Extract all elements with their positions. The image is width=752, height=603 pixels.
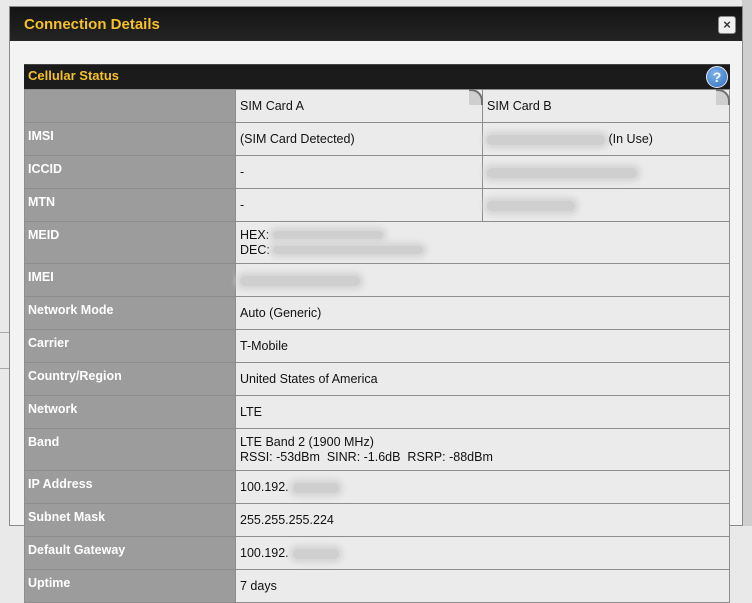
carrier-value: T-Mobile	[235, 329, 730, 363]
mtn-sim-a-value: -	[235, 188, 483, 222]
sim-card-b-header: SIM Card B	[482, 89, 731, 123]
sim-card-a-header: SIM Card A	[235, 89, 484, 123]
uptime-value: 7 days	[235, 569, 730, 603]
default-gateway-prefix: 100.192.	[240, 546, 289, 560]
table-row: Band LTE Band 2 (1900 MHz) RSSI: -53dBm …	[24, 428, 730, 471]
default-gateway-label: Default Gateway	[24, 536, 236, 570]
table-row: IP Address 100.192.	[24, 470, 730, 504]
table-row: ICCID -	[24, 155, 730, 189]
connection-details-dialog: Connection Details × Cellular Status ? S…	[9, 6, 743, 603]
header-label-cell	[24, 89, 236, 123]
table-row: Uptime 7 days	[24, 569, 730, 603]
table-row: Default Gateway 100.192.	[24, 536, 730, 570]
band-name: LTE Band 2 (1900 MHz)	[240, 434, 374, 449]
ip-address-prefix: 100.192.	[240, 480, 289, 494]
network-mode-label: Network Mode	[24, 296, 236, 330]
subnet-mask-label: Subnet Mask	[24, 503, 236, 537]
table-row: Country/Region United States of America	[24, 362, 730, 396]
iccid-sim-a-value: -	[235, 155, 483, 189]
section-header: Cellular Status ?	[24, 64, 730, 89]
table-row: Network LTE	[24, 395, 730, 429]
band-signal-readings: RSSI: -53dBm SINR: -1.6dB RSRP: -88dBm	[240, 449, 493, 464]
subnet-mask-value: 255.255.255.224	[235, 503, 730, 537]
redacted-value	[487, 167, 637, 178]
network-label: Network	[24, 395, 236, 429]
cellular-status-section: Cellular Status ? SIM Card A SIM Card B …	[24, 64, 731, 603]
redacted-value	[292, 548, 339, 559]
dialog-title: Connection Details	[24, 16, 160, 33]
imei-label: IMEI	[24, 263, 236, 297]
table-row: Subnet Mask 255.255.255.224	[24, 503, 730, 537]
meid-dec-label: DEC:	[240, 242, 270, 257]
country-region-label: Country/Region	[24, 362, 236, 396]
imsi-in-use-label: (In Use)	[608, 132, 653, 146]
imsi-label: IMSI	[24, 122, 236, 156]
network-mode-value: Auto (Generic)	[235, 296, 730, 330]
mtn-sim-b-value	[482, 188, 730, 222]
dialog-title-bar: Connection Details ×	[10, 7, 742, 41]
band-label: Band	[24, 428, 236, 471]
imei-value	[235, 263, 730, 297]
country-region-value: United States of America	[235, 362, 730, 396]
table-row: SIM Card A SIM Card B	[24, 89, 731, 123]
network-value: LTE	[235, 395, 730, 429]
redacted-value	[487, 200, 575, 211]
redacted-value	[240, 275, 360, 286]
imsi-sim-b-value: (In Use)	[482, 122, 730, 156]
redacted-value	[292, 482, 339, 493]
band-value: LTE Band 2 (1900 MHz) RSSI: -53dBm SINR:…	[235, 428, 730, 471]
help-icon[interactable]: ?	[706, 66, 728, 88]
redacted-value	[272, 231, 383, 240]
imsi-sim-a-value: (SIM Card Detected)	[235, 122, 483, 156]
meid-label: MEID	[24, 221, 236, 264]
meid-hex-label: HEX:	[240, 227, 270, 242]
redacted-value	[487, 134, 605, 145]
table-row: MEID HEX: DEC:	[24, 221, 730, 264]
table-row: MTN -	[24, 188, 730, 222]
ip-address-label: IP Address	[24, 470, 236, 504]
default-gateway-value: 100.192.	[235, 536, 730, 570]
table-row: Carrier T-Mobile	[24, 329, 730, 363]
close-icon[interactable]: ×	[718, 16, 736, 34]
redacted-value	[273, 246, 424, 255]
table-row: Network Mode Auto (Generic)	[24, 296, 730, 330]
table-row: IMSI (SIM Card Detected) (In Use)	[24, 122, 730, 156]
iccid-sim-b-value	[482, 155, 730, 189]
mtn-label: MTN	[24, 188, 236, 222]
meid-hex-line: HEX:	[240, 228, 729, 243]
meid-dec-line: DEC:	[240, 243, 729, 258]
table-row: IMEI	[24, 263, 730, 297]
carrier-label: Carrier	[24, 329, 236, 363]
iccid-label: ICCID	[24, 155, 236, 189]
meid-value: HEX: DEC:	[235, 221, 730, 264]
section-title: Cellular Status	[28, 68, 120, 83]
ip-address-value: 100.192.	[235, 470, 730, 504]
uptime-label: Uptime	[24, 569, 236, 603]
background-page-edge	[742, 0, 752, 526]
